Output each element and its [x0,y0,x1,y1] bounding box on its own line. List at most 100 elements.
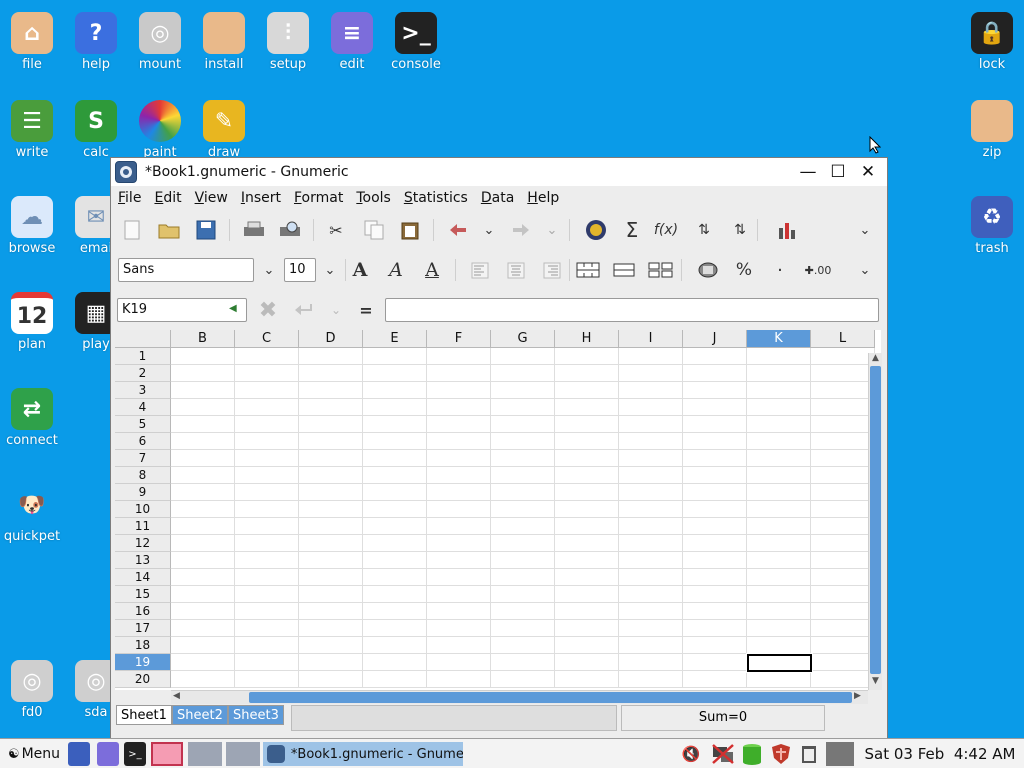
menu-tools[interactable]: Tools [356,190,391,206]
font-size-field[interactable]: 10 [284,258,316,282]
copy-icon[interactable] [361,218,387,242]
column-header-C[interactable]: C [235,330,299,348]
row-header-11[interactable]: 11 [115,518,171,535]
toolbar-overflow-icon-2[interactable]: ⌄ [852,258,878,282]
quicklaunch-files-icon[interactable] [68,742,90,766]
percent-format-icon[interactable]: % [731,258,757,282]
column-header-F[interactable]: F [427,330,491,348]
merge-cells-icon[interactable] [575,258,601,282]
desktop-icon-fd0[interactable]: ◎ fd0 [2,660,62,720]
desktop-icon-lock[interactable]: 🔒 lock [962,12,1022,72]
desktop-icon-file[interactable]: ⌂ file [2,12,62,72]
menu-format[interactable]: Format [294,190,343,206]
row-header-10[interactable]: 10 [115,501,171,518]
desktop-icon-draw[interactable]: ✎ draw [194,100,254,160]
scroll-left-icon[interactable]: ◀ [173,691,185,703]
network-disconnected-icon[interactable] [710,742,736,766]
taskbar-window-button[interactable]: *Book1.gnumeric - Gnume [263,742,463,766]
row-header-13[interactable]: 13 [115,552,171,569]
row-header-15[interactable]: 15 [115,586,171,603]
desktop-icon-mount[interactable]: ◎ mount [130,12,190,72]
new-file-icon[interactable] [119,218,145,242]
autosum-icon[interactable]: Σ [619,218,645,242]
menu-statistics[interactable]: Statistics [404,190,468,206]
desktop-icon-calc[interactable]: Scalc [66,100,126,160]
italic-icon[interactable]: A [383,258,409,282]
row-header-2[interactable]: 2 [115,365,171,382]
accept-edit-icon[interactable] [291,298,317,322]
chart-icon[interactable] [775,218,801,242]
desktop-icon-help[interactable]: ? help [66,12,126,72]
active-cell-cursor[interactable] [746,653,813,673]
column-header-D[interactable]: D [299,330,363,348]
row-header-6[interactable]: 6 [115,433,171,450]
row-header-18[interactable]: 18 [115,637,171,654]
split-cells-icon[interactable] [648,258,674,282]
font-name-field[interactable]: Sans [118,258,254,282]
horizontal-scroll-thumb[interactable] [249,692,852,703]
workspace-3-button[interactable] [226,742,260,766]
column-header-J[interactable]: J [683,330,747,348]
sheet-tab-sheet1[interactable]: Sheet1 [116,705,172,725]
menu-help[interactable]: Help [527,190,559,206]
desktop-icon-trash[interactable]: ♻ trash [962,196,1022,256]
menu-insert[interactable]: Insert [241,190,281,206]
title-bar[interactable]: *Book1.gnumeric - Gnumeric — ☐ ✕ [111,158,887,186]
sort-descending-icon[interactable]: ⇅ [727,218,753,242]
row-header-17[interactable]: 17 [115,620,171,637]
thousands-separator-icon[interactable]: · [767,258,793,282]
accept-dropdown-icon[interactable]: ⌄ [323,298,349,322]
vertical-scroll-thumb[interactable] [870,366,881,674]
row-header-8[interactable]: 8 [115,467,171,484]
scroll-up-icon[interactable]: ▲ [869,353,882,365]
firewall-shield-icon[interactable] [770,742,792,766]
row-header-9[interactable]: 9 [115,484,171,501]
hyperlink-globe-icon[interactable] [583,218,609,242]
undo-dropdown-icon[interactable]: ⌄ [476,218,502,242]
show-desktop-button[interactable] [826,742,854,766]
function-icon[interactable]: f(x) [653,218,679,242]
workspace-2-button[interactable] [188,742,222,766]
column-header-K[interactable]: K [747,330,811,348]
align-right-icon[interactable] [539,258,565,282]
maximize-button[interactable]: ☐ [827,161,849,183]
redo-dropdown-icon[interactable]: ⌄ [539,218,565,242]
row-header-1[interactable]: 1 [115,348,171,365]
scroll-down-icon[interactable]: ▼ [869,676,882,688]
font-name-dropdown-icon[interactable]: ⌄ [256,258,282,282]
row-header-20[interactable]: 20 [115,671,171,688]
undo-icon[interactable] [445,218,471,242]
increase-decimal-icon[interactable]: ✚ .00 [801,258,835,282]
column-header-B[interactable]: B [171,330,235,348]
cancel-edit-icon[interactable]: ✖ [255,298,281,323]
currency-format-icon[interactable] [695,258,721,282]
desktop-icon-zip[interactable]: zip [962,100,1022,160]
sort-ascending-icon[interactable]: ⇅ [691,218,717,242]
cell-reference-field[interactable]: K19 [117,298,247,322]
desktop-icon-write[interactable]: ☰ write [2,100,62,160]
desktop-icon-connect[interactable]: ⇄ connect [2,388,62,448]
formula-equals-button[interactable]: = [353,298,379,322]
toolbar-overflow-icon[interactable]: ⌄ [852,218,878,242]
formula-input[interactable] [385,298,879,322]
scroll-right-icon[interactable]: ▶ [854,691,866,703]
column-header-I[interactable]: I [619,330,683,348]
menu-data[interactable]: Data [481,190,514,206]
row-header-5[interactable]: 5 [115,416,171,433]
redo-icon[interactable] [508,218,534,242]
storage-status-icon[interactable] [741,742,763,766]
volume-muted-icon[interactable]: 🔇 [681,742,701,766]
desktop-icon-quickpet[interactable]: 🐶 quickpet [2,484,62,545]
row-header-3[interactable]: 3 [115,382,171,399]
sheet-tab-sheet2[interactable]: Sheet2 [172,705,228,725]
minimize-button[interactable]: — [797,161,819,183]
save-icon[interactable] [193,218,219,242]
vertical-scrollbar[interactable]: ▲ ▼ [868,353,882,690]
menu-file[interactable]: File [118,190,141,206]
menu-view[interactable]: View [195,190,228,206]
menu-edit[interactable]: Edit [154,190,181,206]
quicklaunch-terminal-icon[interactable]: >_ [124,742,146,766]
bold-icon[interactable]: A [347,258,373,282]
column-header-E[interactable]: E [363,330,427,348]
row-header-7[interactable]: 7 [115,450,171,467]
